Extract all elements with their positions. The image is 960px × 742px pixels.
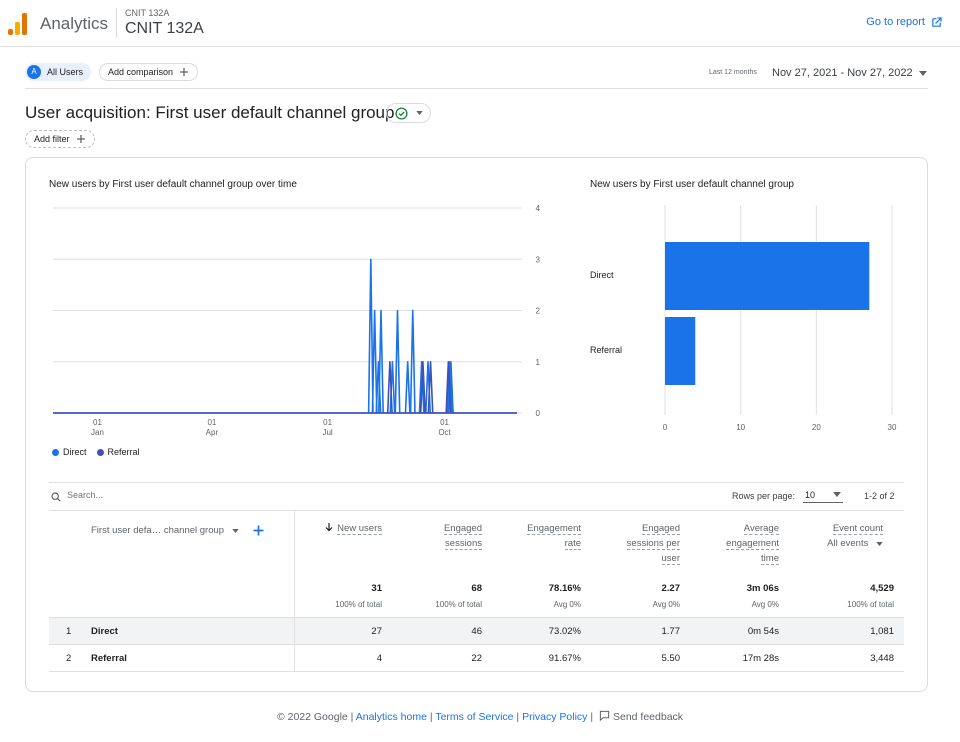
table-bottom-border [49, 671, 904, 672]
x-tick-label: 20 [812, 423, 821, 432]
total-engagement-rate: 78.16% [548, 583, 581, 594]
table-toolbar: Rows per page: 10 1-2 of 2 [49, 482, 904, 510]
column-header-event-count[interactable]: Event count All events [827, 521, 883, 551]
column-label: time [761, 553, 779, 565]
column-header-average-engagement-time[interactable]: Average engagement time [726, 521, 779, 566]
total-event-count: 4,529 [870, 583, 894, 594]
x-tick-label: 0 [663, 423, 668, 432]
column-header-engaged-sessions-per-user[interactable]: Engaged sessions per user [626, 521, 680, 566]
legend-label-referral: Referral [107, 447, 140, 457]
x-tick-label: 30 [888, 423, 897, 432]
legend-item-direct[interactable]: Direct [52, 447, 87, 457]
total-subtext: Avg 0% [652, 600, 680, 609]
privacy-policy-link[interactable]: Privacy Policy [522, 711, 587, 723]
column-label: rate [564, 538, 581, 550]
page-footer: © 2022 Google | Analytics home | Terms o… [276, 710, 684, 723]
cell: 3,448 [870, 653, 894, 664]
terms-of-service-link[interactable]: Terms of Service [435, 711, 513, 723]
add-dimension-plus-icon[interactable] [253, 525, 264, 536]
row-dimension: Referral [91, 653, 127, 664]
cell: 22 [471, 653, 482, 664]
column-label: Engaged [443, 523, 482, 535]
column-label: Average [743, 523, 779, 535]
column-header-engaged-sessions[interactable]: Engaged sessions [443, 521, 482, 551]
line-chart-legend: Direct Referral [52, 447, 140, 457]
rows-per-page-value: 10 [805, 489, 816, 500]
search-input[interactable] [67, 490, 267, 500]
analytics-home-link[interactable]: Analytics home [356, 711, 427, 723]
rows-per-page-label: Rows per page: [732, 491, 796, 501]
total-subtext: Avg 0% [751, 600, 779, 609]
column-label: Engagement [527, 523, 581, 535]
cell: 46 [471, 626, 482, 637]
column-label: New users [337, 523, 382, 535]
event-filter-label: All events [827, 538, 869, 549]
cell: 4 [376, 653, 382, 664]
dropdown-arrow-icon [876, 542, 883, 546]
total-sessions-per-user: 2.27 [661, 583, 681, 594]
bar-direct [665, 242, 870, 310]
cell: 91.67% [548, 653, 581, 664]
cell: 1,081 [870, 626, 894, 637]
search-icon [51, 492, 61, 502]
category-label: Referral [590, 345, 622, 355]
dropdown-arrow-icon [833, 492, 841, 497]
event-filter-dropdown[interactable]: All events [827, 536, 883, 551]
cell: 0m 54s [747, 626, 779, 637]
send-feedback-label: Send feedback [612, 711, 684, 723]
rows-per-page-select[interactable]: 10 [803, 487, 843, 503]
column-label: engagement [726, 538, 779, 550]
pagination-status: 1-2 of 2 [864, 491, 895, 501]
legend-label-direct: Direct [63, 447, 87, 457]
total-subtext: 100% of total [335, 600, 382, 609]
legend-item-referral[interactable]: Referral [96, 447, 140, 457]
category-label: Direct [590, 270, 614, 280]
column-label: user [661, 553, 680, 565]
table-row[interactable]: 1 Direct 27 46 73.02% 1.77 0m 54s 1,081 [49, 617, 904, 644]
table-row[interactable]: 2 Referral 4 22 91.67% 5.50 17m 28s 3,44… [49, 644, 904, 671]
bar-referral [665, 317, 696, 385]
column-header-new-users[interactable]: New users [325, 521, 382, 536]
row-index: 1 [66, 626, 72, 637]
legend-dot-referral [96, 449, 104, 457]
cell: 73.02% [548, 626, 581, 637]
total-subtext: 100% of total [847, 600, 894, 609]
table-header: First user defa… channel group New users… [49, 510, 904, 617]
total-engaged-sessions: 68 [471, 583, 482, 594]
column-label: sessions per [626, 538, 680, 550]
column-label: Event count [832, 523, 883, 535]
x-tick-label: 10 [736, 423, 745, 432]
send-feedback-button[interactable]: Send feedback [596, 710, 684, 723]
bar-chart[interactable]: 0 10 20 30 Direct Referral [0, 0, 960, 445]
row-dimension: Direct [91, 626, 118, 637]
total-new-users: 31 [371, 583, 382, 594]
cell: 27 [371, 626, 382, 637]
column-header-engagement-rate[interactable]: Engagement rate [527, 521, 581, 551]
cell: 1.77 [661, 626, 681, 637]
dimension-header-label: First user defa… channel group [91, 525, 225, 536]
column-label: Engaged [641, 523, 680, 535]
total-subtext: 100% of total [435, 600, 482, 609]
legend-dot-direct [52, 449, 59, 457]
dropdown-arrow-icon [232, 528, 239, 533]
total-avg-engagement-time: 3m 06s [746, 583, 779, 594]
cell: 17m 28s [742, 653, 779, 664]
dimension-column-header[interactable]: First user defa… channel group [91, 525, 264, 536]
total-subtext: Avg 0% [553, 600, 581, 609]
cell: 5.50 [661, 653, 681, 664]
column-label: sessions [445, 538, 482, 550]
copyright-text: © 2022 Google | [276, 711, 354, 723]
feedback-icon [599, 710, 610, 722]
row-index: 2 [66, 653, 72, 664]
dimension-column-divider [294, 510, 295, 672]
sort-descending-icon [325, 523, 333, 532]
